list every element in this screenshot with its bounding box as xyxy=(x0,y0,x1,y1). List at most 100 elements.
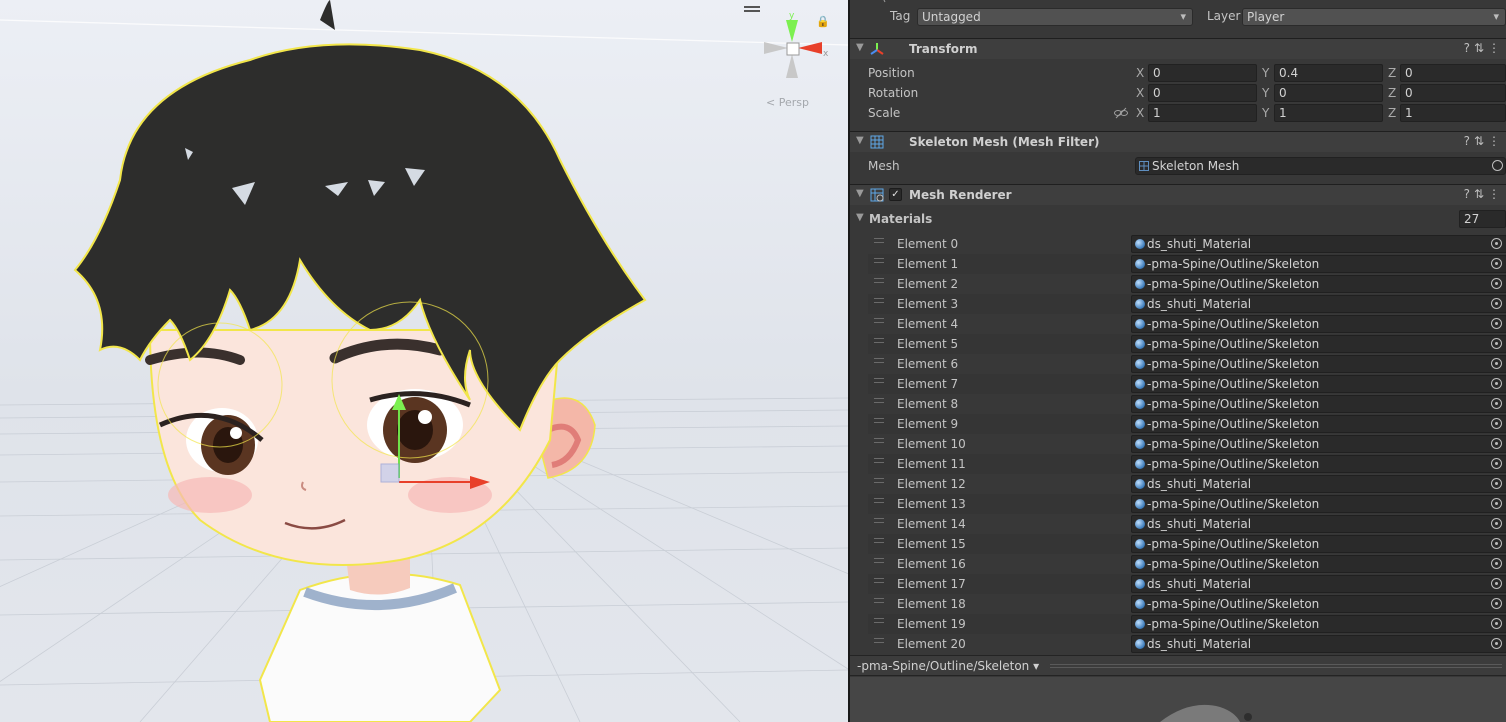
object-picker-icon[interactable] xyxy=(1491,258,1502,269)
drag-handle-icon[interactable] xyxy=(874,598,884,606)
material-object-field[interactable]: -pma-Spine/Outline/Skeleton xyxy=(1131,275,1506,293)
material-element-row[interactable]: Element 2 -pma-Spine/Outline/Skeleton xyxy=(868,274,1506,294)
rotation-z-field[interactable]: 0 xyxy=(1400,84,1506,102)
drag-handle-icon[interactable] xyxy=(874,238,884,246)
material-object-field[interactable]: -pma-Spine/Outline/Skeleton xyxy=(1131,535,1506,553)
material-element-row[interactable]: Element 15 -pma-Spine/Outline/Skeleton xyxy=(868,534,1506,554)
constrain-proportions-icon[interactable] xyxy=(1114,107,1128,119)
object-picker-icon[interactable] xyxy=(1491,238,1502,249)
materials-foldout[interactable]: ▼ Materials 27 xyxy=(850,208,1506,230)
material-preview[interactable] xyxy=(850,677,1506,722)
drag-handle-icon[interactable] xyxy=(874,318,884,326)
object-picker-icon[interactable] xyxy=(1491,298,1502,309)
material-element-row[interactable]: Element 19 -pma-Spine/Outline/Skeleton xyxy=(868,614,1506,634)
object-picker-icon[interactable] xyxy=(1492,160,1503,171)
material-element-row[interactable]: Element 3 ds_shuti_Material xyxy=(868,294,1506,314)
object-picker-icon[interactable] xyxy=(1491,358,1502,369)
object-picker-icon[interactable] xyxy=(1491,338,1502,349)
object-picker-icon[interactable] xyxy=(1491,418,1502,429)
position-x-field[interactable]: 0 xyxy=(1148,64,1257,82)
material-object-field[interactable]: -pma-Spine/Outline/Skeleton xyxy=(1131,395,1506,413)
drag-handle-icon[interactable] xyxy=(874,558,884,566)
material-element-row[interactable]: Element 1 -pma-Spine/Outline/Skeleton xyxy=(868,254,1506,274)
drag-handle-icon[interactable] xyxy=(874,438,884,446)
object-picker-icon[interactable] xyxy=(1491,558,1502,569)
rotation-x-field[interactable]: 0 xyxy=(1148,84,1257,102)
material-object-field[interactable]: -pma-Spine/Outline/Skeleton xyxy=(1131,375,1506,393)
fold-arrow-icon[interactable]: ▼ xyxy=(856,135,864,146)
material-element-row[interactable]: Element 17 ds_shuti_Material xyxy=(868,574,1506,594)
object-picker-icon[interactable] xyxy=(1491,618,1502,629)
object-picker-icon[interactable] xyxy=(1491,598,1502,609)
orientation-gizmo[interactable]: y x xyxy=(758,12,830,84)
position-y-field[interactable]: 0.4 xyxy=(1274,64,1383,82)
material-element-row[interactable]: Element 20 ds_shuti_Material xyxy=(868,634,1506,654)
material-element-row[interactable]: Element 5 -pma-Spine/Outline/Skeleton xyxy=(868,334,1506,354)
material-object-field[interactable]: -pma-Spine/Outline/Skeleton xyxy=(1131,415,1506,433)
material-object-field[interactable]: -pma-Spine/Outline/Skeleton xyxy=(1131,615,1506,633)
material-element-row[interactable]: Element 16 -pma-Spine/Outline/Skeleton xyxy=(868,554,1506,574)
fold-arrow-icon[interactable]: ▼ xyxy=(856,42,864,53)
drag-handle-icon[interactable] xyxy=(874,358,884,366)
material-element-row[interactable]: Element 14 ds_shuti_Material xyxy=(868,514,1506,534)
scale-y-field[interactable]: 1 xyxy=(1274,104,1383,122)
material-object-field[interactable]: -pma-Spine/Outline/Skeleton xyxy=(1131,495,1506,513)
material-object-field[interactable]: ds_shuti_Material xyxy=(1131,475,1506,493)
component-actions[interactable]: ?⇅⋮ xyxy=(1464,187,1504,201)
material-selector-dropdown[interactable]: -pma-Spine/Outline/Skeleton ▾ xyxy=(857,659,1039,673)
material-object-field[interactable]: -pma-Spine/Outline/Skeleton xyxy=(1131,555,1506,573)
material-element-row[interactable]: Element 7 -pma-Spine/Outline/Skeleton xyxy=(868,374,1506,394)
material-element-row[interactable]: Element 6 -pma-Spine/Outline/Skeleton xyxy=(868,354,1506,374)
tag-dropdown[interactable]: Untagged xyxy=(917,8,1193,26)
materials-count-field[interactable]: 27 xyxy=(1459,210,1506,228)
object-picker-icon[interactable] xyxy=(1491,278,1502,289)
drag-handle-icon[interactable] xyxy=(874,578,884,586)
material-element-row[interactable]: Element 13 -pma-Spine/Outline/Skeleton xyxy=(868,494,1506,514)
material-object-field[interactable]: -pma-Spine/Outline/Skeleton xyxy=(1131,355,1506,373)
scale-x-field[interactable]: 1 xyxy=(1148,104,1257,122)
projection-toggle[interactable]: < Persp xyxy=(766,96,809,109)
drag-handle-icon[interactable] xyxy=(874,278,884,286)
material-object-field[interactable]: ds_shuti_Material xyxy=(1131,635,1506,653)
object-picker-icon[interactable] xyxy=(1491,638,1502,649)
drag-handle-icon[interactable] xyxy=(874,638,884,646)
drag-handle-icon[interactable] xyxy=(874,338,884,346)
material-element-row[interactable]: Element 11 -pma-Spine/Outline/Skeleton xyxy=(868,454,1506,474)
position-z-field[interactable]: 0 xyxy=(1400,64,1506,82)
rotation-y-field[interactable]: 0 xyxy=(1274,84,1383,102)
object-picker-icon[interactable] xyxy=(1491,378,1502,389)
material-object-field[interactable]: -pma-Spine/Outline/Skeleton xyxy=(1131,595,1506,613)
material-element-row[interactable]: Element 18 -pma-Spine/Outline/Skeleton xyxy=(868,594,1506,614)
material-object-field[interactable]: -pma-Spine/Outline/Skeleton xyxy=(1131,455,1506,473)
material-object-field[interactable]: ds_shuti_Material xyxy=(1131,235,1506,253)
fold-arrow-icon[interactable]: ▼ xyxy=(856,212,864,223)
drag-handle-icon[interactable] xyxy=(874,258,884,266)
material-element-row[interactable]: Element 0 ds_shuti_Material xyxy=(868,234,1506,254)
drag-handle-icon[interactable] xyxy=(874,478,884,486)
material-object-field[interactable]: ds_shuti_Material xyxy=(1131,515,1506,533)
material-element-row[interactable]: Element 10 -pma-Spine/Outline/Skeleton xyxy=(868,434,1506,454)
material-object-field[interactable]: ds_shuti_Material xyxy=(1131,295,1506,313)
material-object-field[interactable]: -pma-Spine/Outline/Skeleton xyxy=(1131,315,1506,333)
object-picker-icon[interactable] xyxy=(1491,518,1502,529)
object-picker-icon[interactable] xyxy=(1491,578,1502,589)
fold-arrow-icon[interactable]: ▼ xyxy=(856,188,864,199)
scene-canvas[interactable] xyxy=(0,0,848,722)
object-picker-icon[interactable] xyxy=(1491,398,1502,409)
drag-handle-icon[interactable] xyxy=(874,458,884,466)
material-object-field[interactable]: -pma-Spine/Outline/Skeleton xyxy=(1131,335,1506,353)
drag-handle-icon[interactable] xyxy=(874,538,884,546)
material-object-field[interactable]: -pma-Spine/Outline/Skeleton xyxy=(1131,435,1506,453)
object-picker-icon[interactable] xyxy=(1491,438,1502,449)
material-element-row[interactable]: Element 8 -pma-Spine/Outline/Skeleton xyxy=(868,394,1506,414)
mesh-renderer-header[interactable]: ▼ ✓ Mesh Renderer ?⇅⋮ xyxy=(850,184,1506,205)
drag-handle-icon[interactable] xyxy=(874,518,884,526)
object-picker-icon[interactable] xyxy=(1491,498,1502,509)
drag-handle-icon[interactable] xyxy=(874,498,884,506)
component-actions[interactable]: ?⇅⋮ xyxy=(1464,41,1504,55)
drag-handle-icon[interactable] xyxy=(874,378,884,386)
material-object-field[interactable]: -pma-Spine/Outline/Skeleton xyxy=(1131,255,1506,273)
material-element-row[interactable]: Element 12 ds_shuti_Material xyxy=(868,474,1506,494)
drag-handle-icon[interactable] xyxy=(874,418,884,426)
object-picker-icon[interactable] xyxy=(1491,318,1502,329)
